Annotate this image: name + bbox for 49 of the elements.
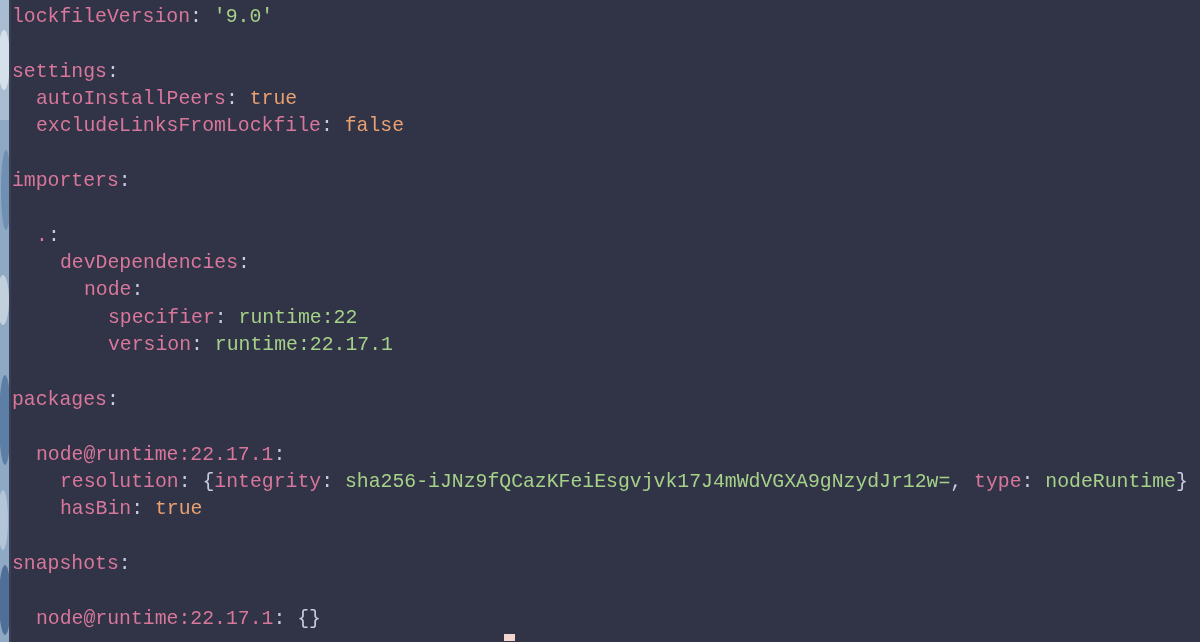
yaml-key: devDependencies [60, 250, 239, 278]
yaml-key: packages [12, 386, 107, 415]
yaml-key: importers [12, 168, 119, 196]
yaml-punctuation: : [131, 278, 144, 304]
yaml-key: excludeLinksFromLockfile [36, 113, 321, 141]
yaml-punctuation: : [131, 497, 145, 523]
yaml-punctuation: : [321, 469, 335, 495]
yaml-value: runtime:22.17.1 [214, 333, 393, 359]
yaml-key: lockfileVersion [12, 4, 191, 32]
yaml-punctuation: , [950, 469, 964, 495]
yaml-punctuation: : [1021, 469, 1035, 495]
yaml-value: true [155, 497, 203, 523]
yaml-value: runtime:22 [238, 305, 358, 331]
yaml-punctuation: {} [297, 606, 321, 632]
yaml-value: nodeRuntime [1045, 469, 1176, 495]
yaml-key: . [36, 222, 48, 251]
yaml-punctuation: { [202, 469, 215, 495]
yaml-punctuation: : [47, 223, 60, 249]
yaml-key: resolution [60, 468, 179, 497]
yaml-key: node@runtime:22.17.1 [36, 605, 274, 633]
yaml-punctuation: : [273, 442, 286, 468]
yaml-punctuation: : [191, 333, 204, 359]
yaml-punctuation: : [106, 387, 119, 413]
yaml-punctuation: : [214, 305, 228, 331]
yaml-key: type [974, 468, 1022, 497]
yaml-key: node@runtime:22.17.1 [36, 441, 274, 469]
yaml-value: '9.0' [213, 5, 274, 30]
yaml-key: integrity [214, 468, 322, 497]
yaml-key: snapshots [12, 550, 119, 579]
yaml-value: false [344, 114, 404, 140]
yaml-key: version [108, 332, 192, 360]
yaml-punctuation: : [238, 251, 250, 277]
yaml-punctuation: : [118, 169, 131, 195]
yaml-punctuation: : [273, 606, 287, 632]
yaml-punctuation: : [106, 59, 119, 85]
yaml-punctuation: : [118, 551, 131, 577]
yaml-value: true [249, 87, 298, 113]
yaml-key: settings [12, 58, 107, 87]
yaml-key: specifier [108, 304, 215, 333]
yaml-punctuation: } [1175, 469, 1188, 495]
yaml-punctuation: : [190, 5, 203, 30]
yaml-key: node [84, 277, 132, 305]
yaml-key: autoInstallPeers [36, 86, 226, 114]
yaml-punctuation: : [225, 87, 239, 113]
yaml-key: hasBin [60, 496, 132, 524]
text-cursor [504, 633, 515, 641]
yaml-value: sha256-iJNz9fQCazKFeiEsgvjvk17J4mWdVGXA9gNzydJr12w= [344, 469, 951, 495]
yaml-punctuation: : [320, 114, 334, 140]
yaml-punctuation: : [178, 469, 192, 495]
